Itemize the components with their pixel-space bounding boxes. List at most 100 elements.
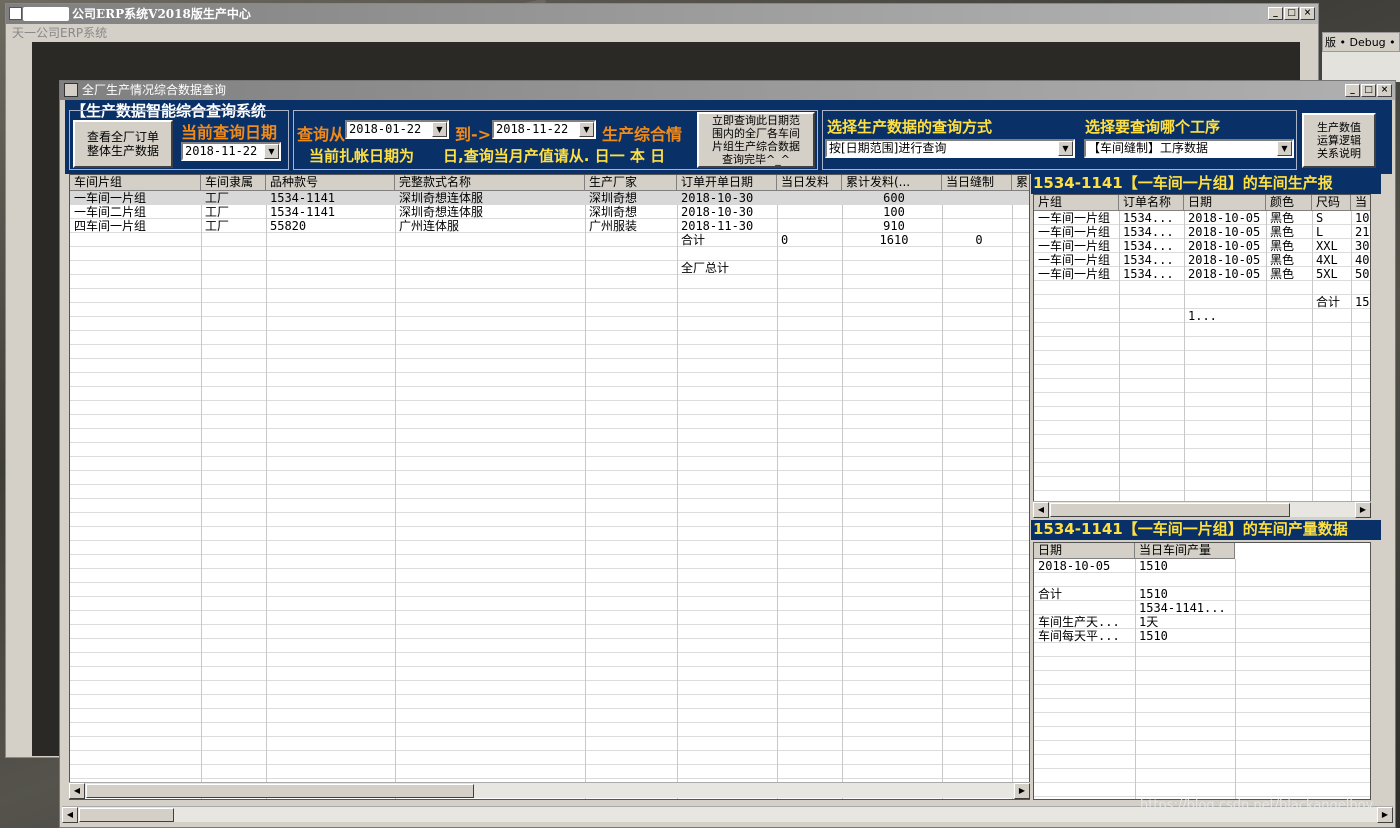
column-header[interactable]: 片组 <box>1034 195 1119 210</box>
column-header[interactable]: 生产厂家 <box>585 175 677 190</box>
table-row[interactable]: 一车间一片组 1534... 2018-10-05 黑色 5XL 50 <box>1034 267 1370 281</box>
chevron-down-icon[interactable]: ▼ <box>432 122 447 137</box>
query-from-label: 查询从 <box>297 125 346 144</box>
table-row[interactable]: 一车间一片组 1534... 2018-10-05 黑色 S 10 <box>1034 211 1370 225</box>
table-cell: 2018-10-05 <box>1188 239 1261 253</box>
chevron-down-icon[interactable]: ▼ <box>1277 141 1292 156</box>
scroll-left-icon[interactable]: ◀ <box>69 783 85 799</box>
minimize-button[interactable]: _ <box>1345 84 1360 97</box>
table-cell <box>395 233 585 247</box>
production-report-grid[interactable]: 片组 订单名称 日期 颜色 尺码 当 一车间一片组 1534... 2018-10-… <box>1033 194 1371 517</box>
close-button[interactable]: × <box>1377 84 1392 97</box>
scroll-thumb[interactable] <box>1050 503 1290 517</box>
maximize-button[interactable]: □ <box>1361 84 1376 97</box>
column-header[interactable]: 累计发料(... <box>842 175 942 190</box>
column-header[interactable]: 累 <box>1012 175 1029 190</box>
production-output-grid[interactable]: 日期 当日车间产量 2018-10-05 1510 合计 1510 1534-1141.… <box>1033 542 1371 800</box>
table-row[interactable] <box>70 247 1029 261</box>
table-row[interactable]: 一车间二片组 工厂 1534-1141 深圳奇想连体服 深圳奇想 2018-10-30 10… <box>70 205 1029 219</box>
view-all-orders-button[interactable]: 查看全厂订单 整体生产数据 <box>73 120 173 168</box>
table-row[interactable]: 一车间一片组 工厂 1534-1141 深圳奇想连体服 深圳奇想 2018-10-30 60… <box>70 191 1029 205</box>
column-header[interactable]: 车间隶属 <box>201 175 266 190</box>
table-cell <box>1034 295 1119 309</box>
table-cell <box>1034 281 1119 295</box>
horizontal-scrollbar[interactable]: ◀ ▶ <box>69 782 1030 799</box>
to-date-picker[interactable]: 2018-11-22 ▼ <box>492 120 596 139</box>
scroll-right-icon[interactable]: ▶ <box>1014 783 1030 799</box>
scroll-thumb[interactable] <box>79 808 174 822</box>
table-row[interactable]: 一车间一片组 1534... 2018-10-05 黑色 L 21 <box>1034 225 1370 239</box>
table-cell <box>1266 295 1312 309</box>
scroll-left-icon[interactable]: ◀ <box>62 807 78 823</box>
table-cell <box>942 205 1012 219</box>
table-row[interactable]: 2018-10-05 1510 <box>1034 559 1235 573</box>
close-button[interactable]: × <box>1300 7 1315 20</box>
table-cell: 一车间一片组 <box>1038 253 1111 267</box>
outer-menu-bar[interactable]: 天一公司ERP系统 <box>6 24 1318 42</box>
column-header[interactable]: 当 <box>1351 195 1370 210</box>
process-select[interactable]: 【车间缝制】工序数据 ▼ <box>1084 139 1294 158</box>
maximize-button[interactable]: □ <box>1284 7 1299 20</box>
table-row[interactable]: 全厂总计 <box>70 261 1029 275</box>
table-row[interactable] <box>1034 281 1370 295</box>
table-row[interactable]: 一车间一片组 1534... 2018-10-05 黑色 4XL 40 <box>1034 253 1370 267</box>
table-cell: 车间每天平... <box>1038 629 1120 643</box>
table-cell: 合计 <box>1038 587 1063 601</box>
table-cell <box>1119 309 1184 323</box>
table-cell: 工厂 <box>205 219 230 233</box>
table-cell: 15 <box>1355 295 1370 309</box>
query-now-button[interactable]: 立即查询此日期范 围内的全厂各车间 片组生产综合数据 查询完毕^_^ <box>697 112 815 168</box>
table-row[interactable]: 合计 0 1610 0 <box>70 233 1029 247</box>
chevron-down-icon[interactable]: ▼ <box>579 122 594 137</box>
column-header[interactable]: 日期 <box>1034 543 1135 558</box>
column-header[interactable]: 当日缝制 <box>942 175 1012 190</box>
logic-explanation-button[interactable]: 生产数值 运算逻辑 关系说明 <box>1302 113 1376 168</box>
table-row[interactable]: 车间每天平... 1510 <box>1034 629 1235 643</box>
scroll-left-icon[interactable]: ◀ <box>1033 502 1049 518</box>
minimize-button[interactable]: _ <box>1268 7 1283 20</box>
query-mode-select[interactable]: 按[日期范围]进行查询 ▼ <box>825 139 1075 158</box>
column-header[interactable]: 日期 <box>1184 195 1266 210</box>
table-row[interactable]: 合计 1510 <box>1034 587 1235 601</box>
table-cell: 2018-10-05 <box>1038 559 1111 573</box>
table-row[interactable]: 合计 15 <box>1034 295 1370 309</box>
column-header[interactable]: 品种款号 <box>266 175 395 190</box>
chevron-down-icon[interactable]: ▼ <box>264 144 279 159</box>
app-icon <box>9 7 22 20</box>
table-cell <box>1119 281 1184 295</box>
chevron-down-icon[interactable]: ▼ <box>1058 141 1073 156</box>
horizontal-scrollbar[interactable]: ◀ ▶ <box>1033 501 1371 518</box>
table-cell <box>1012 219 1029 233</box>
scroll-thumb[interactable] <box>86 784 474 798</box>
table-row[interactable]: 四车间一片组 工厂 55820 广州连体服 广州服装 2018-11-30 910 <box>70 219 1029 233</box>
table-row[interactable] <box>1034 573 1235 587</box>
table-cell: 黑色 <box>1270 267 1295 281</box>
table-cell: 0 <box>781 233 789 247</box>
column-header[interactable]: 当日发料 <box>777 175 842 190</box>
table-cell: L <box>1316 225 1324 239</box>
table-row[interactable]: 1... <box>1034 309 1370 323</box>
table-cell: 深圳奇想 <box>589 191 638 205</box>
table-cell: 黑色 <box>1270 253 1295 267</box>
scroll-right-icon[interactable]: ▶ <box>1355 502 1371 518</box>
table-row[interactable]: 车间生产天... 1天 <box>1034 615 1235 629</box>
column-header[interactable]: 颜色 <box>1266 195 1312 210</box>
workshop-summary-grid[interactable]: 车间片组 车间隶属 品种款号 完整款式名称 生产厂家 订单开单日期 当日发料 累… <box>69 174 1030 800</box>
column-header[interactable]: 订单名称 <box>1119 195 1184 210</box>
table-cell: 一车间一片组 <box>1038 225 1111 239</box>
column-header[interactable]: 尺码 <box>1312 195 1351 210</box>
table-cell <box>842 261 942 275</box>
ide-debug-toolbar[interactable]: 版 • Debug • <box>1322 32 1400 52</box>
column-header[interactable]: 当日车间产量 <box>1135 543 1235 558</box>
from-date-picker[interactable]: 2018-01-22 ▼ <box>345 120 449 139</box>
column-header[interactable]: 车间片组 <box>70 175 201 190</box>
table-row[interactable]: 一车间一片组 1534... 2018-10-05 黑色 XXL 30 <box>1034 239 1370 253</box>
current-query-date-picker[interactable]: 2018-11-22 ▼ <box>181 142 281 161</box>
column-header[interactable]: 订单开单日期 <box>677 175 777 190</box>
column-header[interactable]: 完整款式名称 <box>395 175 585 190</box>
table-cell: 广州服装 <box>589 219 638 233</box>
table-cell <box>1012 233 1029 247</box>
table-row[interactable]: 1534-1141... <box>1034 601 1235 615</box>
table-cell <box>395 261 585 275</box>
scroll-right-icon[interactable]: ▶ <box>1377 807 1393 823</box>
